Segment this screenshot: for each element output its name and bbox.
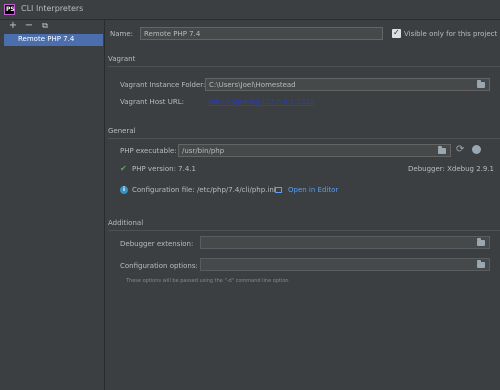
config-file-text: Configuration file: /etc/php/7.4/cli/php… xyxy=(132,186,276,194)
window-title: CLI Interpreters xyxy=(21,4,84,13)
configuration-options-hint: These options will be passed using the "… xyxy=(126,278,289,284)
phpstorm-logo-icon: PS xyxy=(4,4,15,15)
php-executable-field[interactable]: /usr/bin/php xyxy=(178,144,451,157)
vagrant-folder-value: C:\Users\Joel\Homestead xyxy=(209,81,296,89)
info-gear-icon[interactable] xyxy=(472,145,481,154)
vagrant-host-label: Vagrant Host URL: xyxy=(120,98,184,106)
debugger-extension-field[interactable] xyxy=(200,236,490,249)
vagrant-folder-field[interactable]: C:\Users\Joel\Homestead xyxy=(205,78,490,91)
vagrant-folder-label: Vagrant Instance Folder: xyxy=(120,81,206,89)
folder-icon[interactable] xyxy=(438,146,446,154)
folder-icon[interactable] xyxy=(477,260,485,268)
name-field-value: Remote PHP 7.4 xyxy=(144,30,201,38)
check-icon: ✔ xyxy=(120,164,127,173)
interpreter-item-label: Remote PHP 7.4 xyxy=(18,35,75,43)
visible-only-label: Visible only for this project xyxy=(404,30,498,38)
folder-icon[interactable] xyxy=(477,80,485,88)
open-in-editor-link[interactable]: Open in Editor xyxy=(288,186,338,194)
name-field[interactable]: Remote PHP 7.4 xyxy=(140,27,383,40)
php-executable-value: /usr/bin/php xyxy=(182,147,225,155)
refresh-icon[interactable]: ⟳ xyxy=(456,144,464,156)
additional-section-title: Additional xyxy=(108,219,144,227)
interpreter-item-remote-php[interactable]: Remote PHP 7.4 xyxy=(4,34,103,46)
debugger-text: Debugger: Xdebug 2.9.1 xyxy=(408,165,495,173)
vagrant-separator xyxy=(108,66,500,67)
add-icon[interactable]: + xyxy=(8,21,18,31)
copy-icon[interactable]: ⧉ xyxy=(40,21,50,31)
interpreter-list-pane xyxy=(0,20,105,390)
php-version-text: PHP version: 7.4.1 xyxy=(132,165,196,173)
checkmark-icon: ✓ xyxy=(393,28,400,37)
php-executable-label: PHP executable: xyxy=(120,147,177,155)
vagrant-host-url[interactable]: ssh://vagrant@127.0.0.1:2222 xyxy=(208,98,315,106)
folder-icon[interactable] xyxy=(477,238,485,246)
edit-file-icon[interactable] xyxy=(275,187,282,193)
name-label: Name: xyxy=(110,30,134,38)
general-section-title: General xyxy=(108,127,136,135)
configuration-options-field[interactable] xyxy=(200,258,490,271)
general-separator xyxy=(108,138,500,139)
additional-separator xyxy=(108,230,500,231)
vagrant-section-title: Vagrant xyxy=(108,55,136,63)
configuration-options-label: Configuration options: xyxy=(120,262,198,270)
remove-icon[interactable]: − xyxy=(24,21,34,31)
info-icon: i xyxy=(120,186,128,194)
visible-only-checkbox[interactable]: ✓ xyxy=(392,28,401,38)
debugger-extension-label: Debugger extension: xyxy=(120,240,194,248)
